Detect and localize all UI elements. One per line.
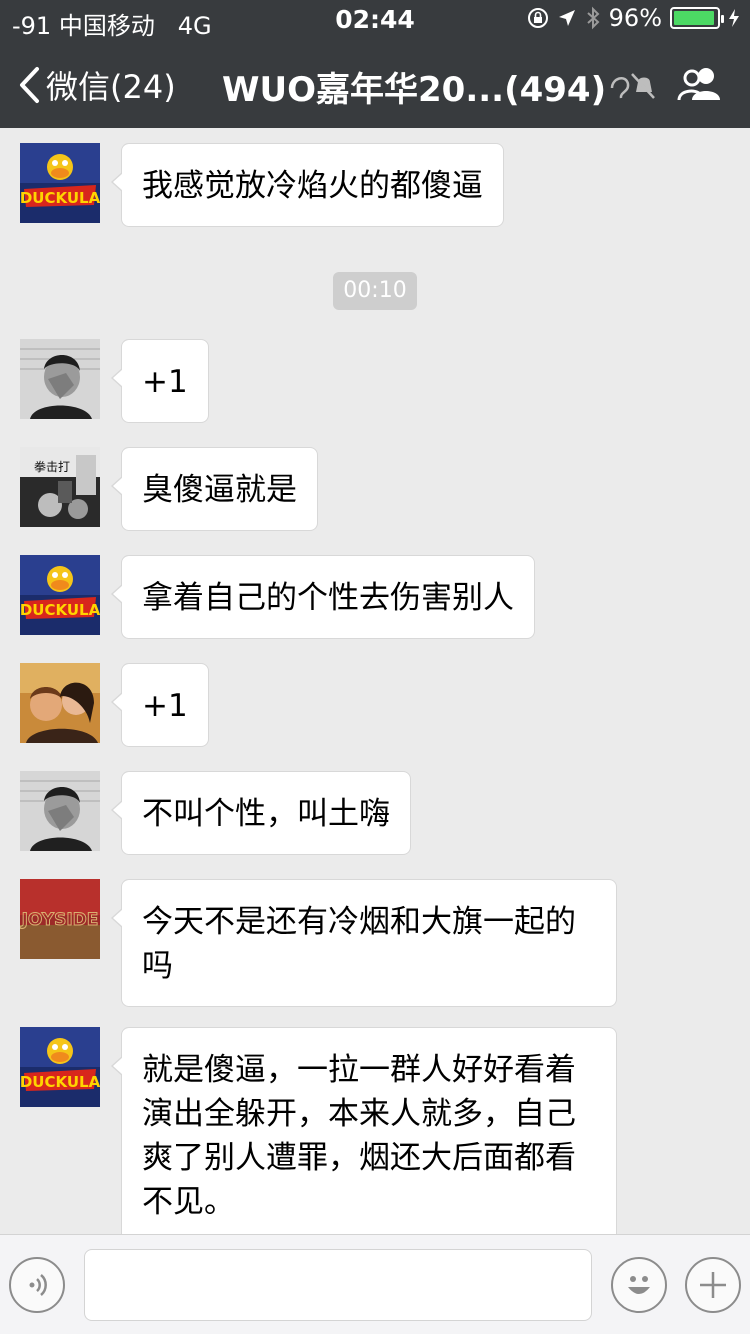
orientation-lock-icon (527, 8, 548, 28)
message-text: 就是傻逼，一拉一群人好好看着演出全躲开，本来人就多，自己爽了别人遭罪，烟还大后面… (142, 1052, 576, 1220)
emoji-button[interactable] (611, 1257, 667, 1313)
time-divider: 00:10 (333, 272, 417, 310)
back-button[interactable]: 微信(24) (18, 62, 176, 108)
battery-percent: 96% (608, 4, 662, 32)
joyside-avatar[interactable]: JOYSIDE (20, 879, 100, 959)
message-input[interactable] (84, 1249, 592, 1321)
status-bar: -91 中国移动 4G 02:44 96% (0, 0, 750, 40)
face-palm-avatar[interactable] (20, 339, 100, 419)
message-bubble[interactable]: 今天不是还有冷烟和大旗一起的吗 (111, 879, 617, 1007)
couple-photo-avatar[interactable] (20, 663, 100, 743)
top-bar: -91 中国移动 4G 02:44 96% 微信(24) WUO嘉年华20...… (0, 0, 750, 128)
bluetooth-icon (586, 6, 600, 30)
band-photo-avatar[interactable]: 拳击打 (20, 447, 100, 527)
svg-text:拳击打: 拳击打 (34, 459, 70, 474)
message-text: 我感觉放冷焰火的都傻逼 (142, 168, 483, 204)
nav-bar: 微信(24) WUO嘉年华20...(494) (0, 40, 750, 128)
message-bubble[interactable]: 拿着自己的个性去伤害别人 (111, 555, 535, 639)
voice-input-button[interactable] (9, 1257, 65, 1313)
message-text: +1 (142, 364, 188, 400)
back-label: 微信(24) (46, 68, 176, 106)
message-bubble[interactable]: 我感觉放冷焰火的都傻逼 (111, 143, 504, 227)
message-text: 不叫个性，叫土嗨 (142, 796, 390, 832)
message-row: +1 (20, 339, 209, 423)
duckula-avatar[interactable]: DUCKULA (20, 555, 100, 635)
status-right: 96% (527, 4, 740, 32)
more-options-button[interactable] (685, 1257, 741, 1313)
message-row: +1 (20, 663, 209, 747)
message-row: 拳击打 臭傻逼就是 (20, 447, 318, 531)
chevron-left-icon (20, 67, 39, 103)
svg-text:DUCKULA: DUCKULA (20, 1073, 100, 1091)
charging-bolt-icon (729, 9, 739, 27)
duckula-avatar[interactable]: DUCKULA (20, 1027, 100, 1107)
message-row: 不叫个性，叫土嗨 (20, 771, 411, 855)
svg-text:DUCKULA: DUCKULA (20, 189, 100, 207)
message-bubble[interactable]: 不叫个性，叫土嗨 (111, 771, 411, 855)
location-arrow-icon (558, 10, 575, 26)
message-text: 拿着自己的个性去伤害别人 (142, 580, 514, 616)
message-bubble[interactable]: 臭傻逼就是 (111, 447, 318, 531)
message-row: DUCKULA 我感觉放冷焰火的都傻逼 (20, 143, 504, 227)
svg-text:DUCKULA: DUCKULA (20, 601, 100, 619)
message-bubble[interactable]: 就是傻逼，一拉一群人好好看着演出全躲开，本来人就多，自己爽了别人遭罪，烟还大后面… (111, 1027, 617, 1243)
plus-icon (700, 1272, 726, 1298)
message-bubble[interactable]: +1 (111, 339, 209, 423)
group-members-icon[interactable] (676, 64, 724, 104)
message-text: 今天不是还有冷烟和大旗一起的吗 (142, 904, 576, 984)
mute-notifications-icon (610, 73, 655, 99)
message-text: 臭傻逼就是 (142, 472, 297, 508)
chat-title: WUO嘉年华20...(494) (222, 70, 607, 110)
message-row: DUCKULA 就是傻逼，一拉一群人好好看着演出全躲开，本来人就多，自己爽了别人… (20, 1027, 617, 1243)
input-bar (0, 1234, 750, 1334)
message-row: DUCKULA 拿着自己的个性去伤害别人 (20, 555, 535, 639)
message-text: +1 (142, 688, 188, 724)
voice-icon (29, 1274, 47, 1296)
battery-icon (670, 7, 724, 29)
message-bubble[interactable]: +1 (111, 663, 209, 747)
emoji-icon (628, 1276, 650, 1294)
message-row: JOYSIDE 今天不是还有冷烟和大旗一起的吗 (20, 879, 617, 1007)
svg-text:JOYSIDE: JOYSIDE (21, 910, 99, 930)
duckula-avatar[interactable]: DUCKULA (20, 143, 100, 223)
face-palm-avatar[interactable] (20, 771, 100, 851)
